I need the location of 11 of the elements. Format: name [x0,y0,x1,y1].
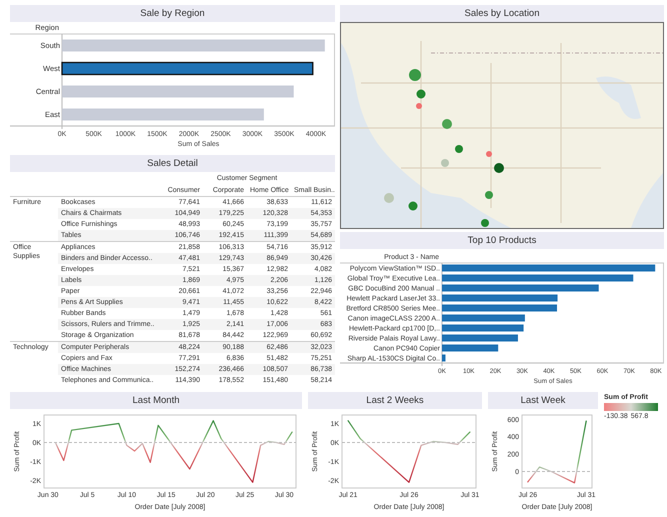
panel-title: Sales by Location [340,5,664,22]
panel-title: Last Month [10,392,302,409]
profit-line [527,420,587,484]
panel-title: Last 2 Weeks [308,392,482,409]
bar [442,344,498,352]
panel-title: Top 10 Products [340,232,664,249]
panel-title: Sale by Region [10,5,335,22]
panel-title: Last Week [488,392,598,409]
panel-title: Sales Detail [10,155,335,172]
bar [442,354,446,362]
color-scale [604,403,658,411]
